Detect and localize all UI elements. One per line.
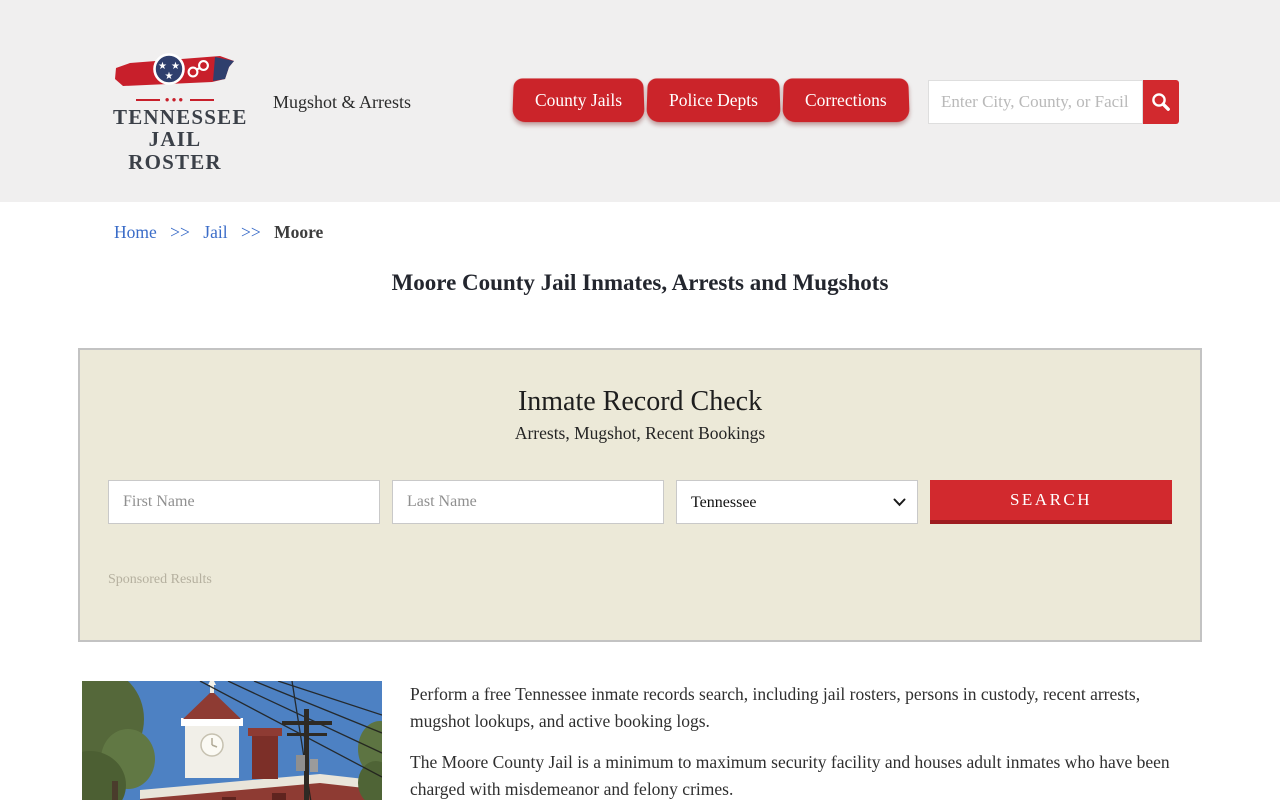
breadcrumb-current: Moore <box>274 222 323 242</box>
header-search <box>928 80 1179 124</box>
inmate-record-check-panel: Inmate Record Check Arrests, Mugshot, Re… <box>78 348 1202 642</box>
sponsored-results-label: Sponsored Results <box>108 572 1172 588</box>
logo-line2: JAIL ROSTER <box>113 128 237 174</box>
jail-description: Perform a free Tennessee inmate records … <box>410 681 1192 800</box>
nav-corrections-label: Corrections <box>805 90 887 111</box>
record-check-subtitle: Arrests, Mugshot, Recent Bookings <box>108 423 1172 444</box>
intro-paragraph: Perform a free Tennessee inmate records … <box>410 681 1192 735</box>
facility-paragraph: The Moore County Jail is a minimum to ma… <box>410 749 1192 800</box>
first-name-input[interactable] <box>108 480 380 524</box>
nav-corrections-button[interactable]: Corrections <box>783 78 909 122</box>
search-icon <box>1150 91 1172 113</box>
header-search-button[interactable] <box>1143 80 1179 124</box>
logo-line1: TENNESSEE <box>113 106 237 128</box>
nav-county-jails-button[interactable]: County Jails <box>513 78 644 122</box>
courthouse-photo <box>82 681 382 800</box>
site-logo[interactable]: ★ ★ ★ ●●● TENNESSEE JAIL ROSTER <box>113 53 237 174</box>
page-title: Moore County Jail Inmates, Arrests and M… <box>0 270 1280 296</box>
state-select[interactable]: Tennessee <box>676 480 918 524</box>
search-button[interactable]: SEARCH <box>930 480 1172 524</box>
logo-text: TENNESSEE JAIL ROSTER <box>113 106 237 174</box>
main-content: Home >> Jail >> Moore Moore County Jail … <box>0 222 1280 800</box>
nav-police-depts-label: Police Depts <box>669 90 758 111</box>
state-select-wrap: Tennessee <box>676 480 918 524</box>
facility-search-input[interactable] <box>928 80 1143 124</box>
jail-info-section: Perform a free Tennessee inmate records … <box>82 681 1192 800</box>
last-name-input[interactable] <box>392 480 664 524</box>
breadcrumb: Home >> Jail >> Moore <box>114 222 1280 243</box>
logo-divider-icon: ●●● <box>136 96 214 104</box>
breadcrumb-jail-link[interactable]: Jail <box>203 222 227 242</box>
nav-county-jails-label: County Jails <box>535 90 622 111</box>
tennessee-state-logo-icon: ★ ★ ★ <box>114 53 236 93</box>
main-nav: County Jails Police Depts Corrections <box>513 78 909 122</box>
site-tagline: Mugshot & Arrests <box>273 92 411 113</box>
breadcrumb-separator: >> <box>241 222 261 242</box>
site-header: ★ ★ ★ ●●● TENNESSEE JAIL ROSTER Mugshot … <box>0 0 1280 202</box>
nav-police-depts-button[interactable]: Police Depts <box>647 78 780 122</box>
breadcrumb-home-link[interactable]: Home <box>114 222 157 242</box>
record-check-title: Inmate Record Check <box>108 386 1172 418</box>
svg-text:★: ★ <box>165 71 174 82</box>
breadcrumb-separator: >> <box>170 222 190 242</box>
record-check-form: Tennessee SEARCH <box>108 480 1172 524</box>
